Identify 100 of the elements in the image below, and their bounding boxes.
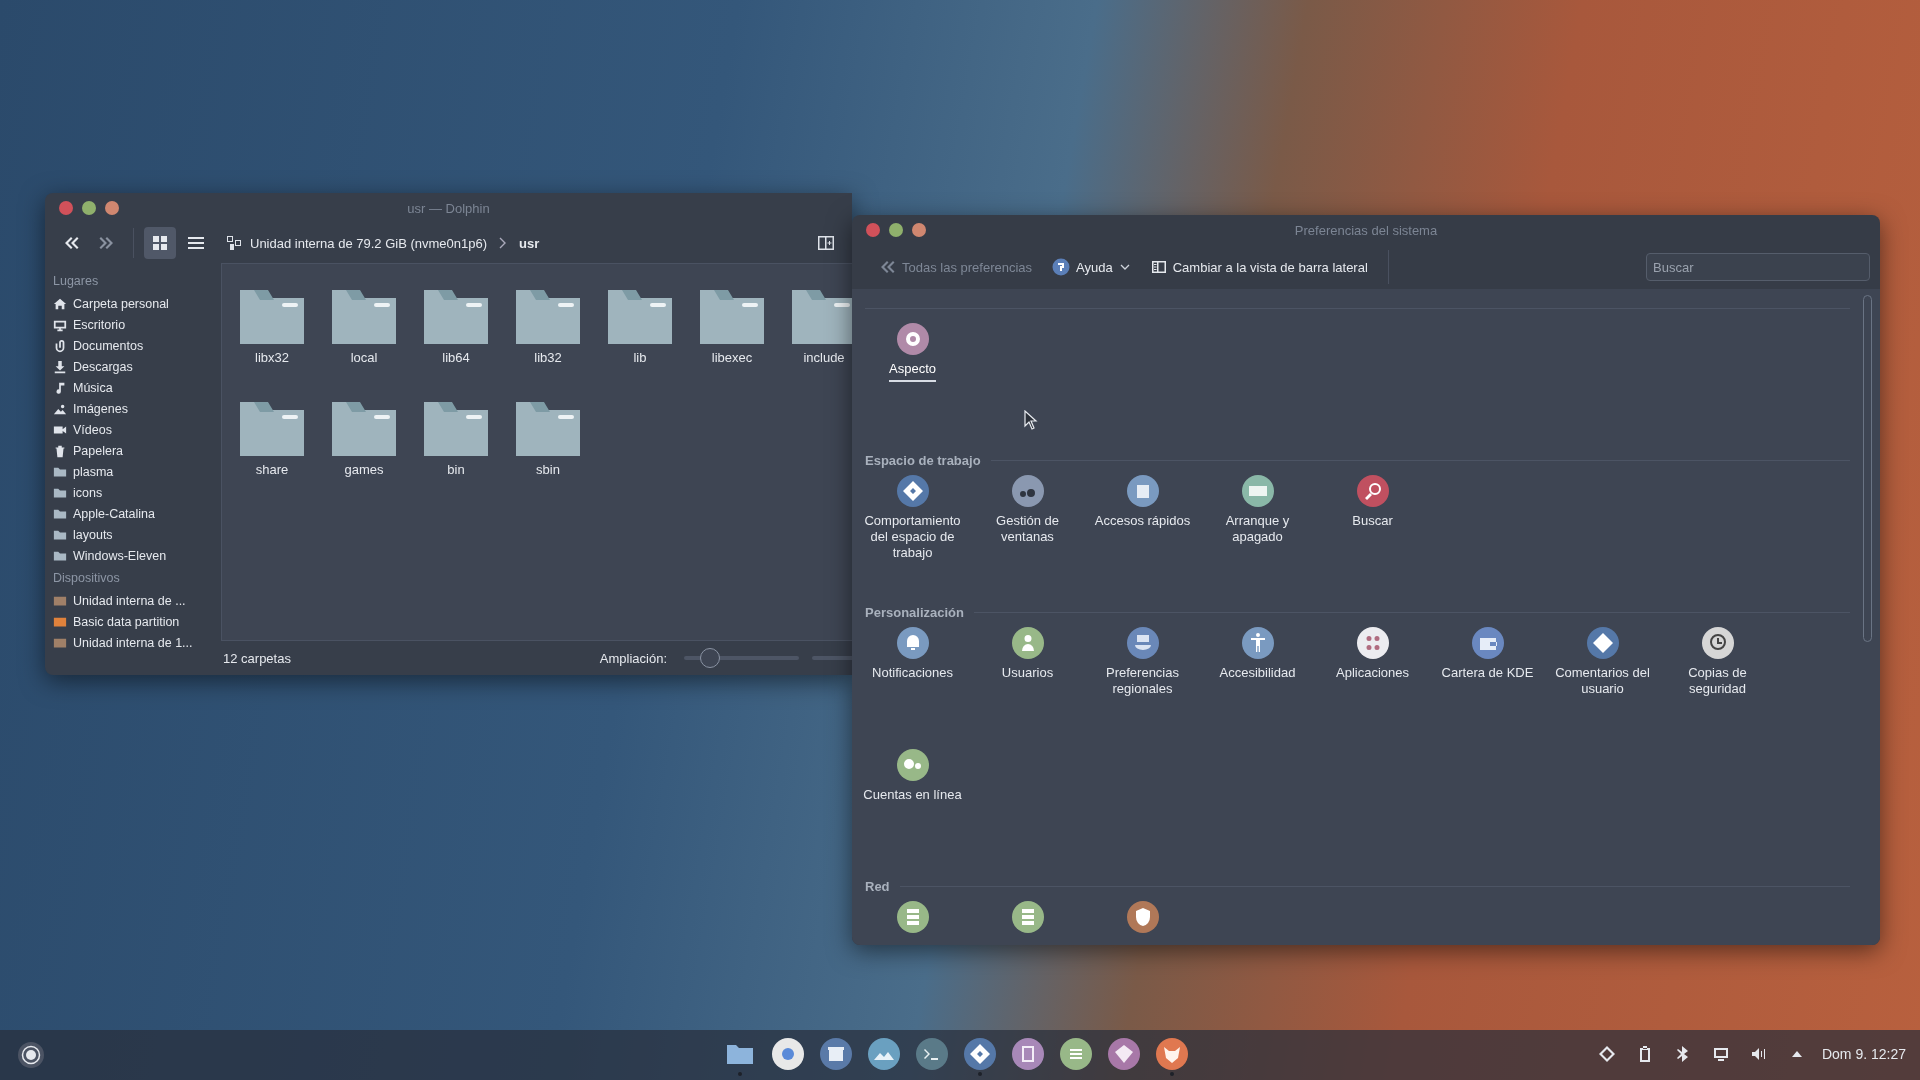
card-icon [1241, 475, 1274, 507]
sidebar-item[interactable]: Imágenes [53, 398, 221, 419]
server-icon [896, 901, 929, 933]
settings-item[interactable]: Arranque y apagado [1200, 475, 1315, 597]
section-heading: Personalización [865, 604, 964, 620]
gear-icon [896, 323, 929, 355]
settings-item[interactable]: Accesos rápidos [1085, 475, 1200, 597]
minimize-button[interactable] [82, 201, 96, 215]
sidebar-item[interactable]: Basic data partition [53, 611, 221, 632]
help-icon [1052, 258, 1071, 276]
settings-item[interactable]: Comportamiento del espacio de trabajo [855, 475, 970, 597]
folder-item[interactable]: sbin [502, 398, 594, 510]
browser-icon[interactable] [772, 1038, 804, 1070]
wallet-icon [1471, 627, 1504, 659]
monitor-icon[interactable] [1711, 1045, 1730, 1063]
folder-item[interactable]: share [226, 398, 318, 510]
sidebar-item[interactable]: Vídeos [53, 419, 221, 440]
sidebar-item[interactable]: plasma [53, 461, 221, 482]
sidebar-item[interactable]: Música [53, 377, 221, 398]
launcher-button[interactable] [18, 1042, 44, 1068]
search-field[interactable]: Buscar [1646, 253, 1870, 281]
folder-item[interactable]: local [318, 286, 410, 398]
settings-item[interactable]: Cuentas en línea [855, 749, 970, 871]
folder-item[interactable]: include [778, 286, 852, 398]
sidebar-item[interactable]: icons [53, 482, 221, 503]
search-icon [1356, 475, 1389, 507]
section-heading: Red [865, 878, 890, 894]
mouse-pointer-icon [1024, 410, 1038, 430]
maximize-button[interactable] [105, 201, 119, 215]
settings-item[interactable]: Gestión de ventanas [970, 475, 1085, 597]
download-icon [53, 359, 67, 374]
help-button[interactable]: Ayuda [1046, 254, 1137, 280]
dots-icon [1356, 627, 1389, 659]
sidebar-heading: Dispositivos [53, 570, 121, 587]
sidebar-view-button[interactable]: Cambiar a la vista de barra lateral [1144, 255, 1374, 279]
icon-view-button[interactable] [144, 227, 176, 259]
store-icon[interactable] [820, 1038, 852, 1070]
settings-icon[interactable] [964, 1038, 996, 1070]
folder-item[interactable]: bin [410, 398, 502, 510]
picture-icon[interactable] [868, 1038, 900, 1070]
split-panel-icon [817, 234, 835, 252]
settings-item[interactable]: Comentarios del usuario [1545, 627, 1660, 749]
grid-view-icon [151, 234, 169, 252]
zoom-label: Ampliación: [599, 650, 667, 666]
close-button[interactable] [59, 201, 73, 215]
breadcrumb-link[interactable]: usr [515, 235, 544, 251]
sidebar-item[interactable]: Escritorio [53, 314, 221, 335]
settings-item[interactable]: Usuarios [970, 627, 1085, 749]
sidebar-item[interactable]: Apple-Catalina [53, 503, 221, 524]
folder-item[interactable]: lib32 [502, 286, 594, 398]
sidebar-item[interactable]: Unidad interna de ... [53, 590, 221, 611]
fox-icon[interactable] [1156, 1038, 1188, 1070]
item-count: 12 carpetas [223, 650, 291, 666]
minimize-button[interactable] [889, 223, 903, 237]
person-icon [1011, 627, 1044, 659]
shield-icon [1126, 901, 1159, 933]
sidebar-layout-icon [1150, 259, 1167, 275]
accessibility-icon [1241, 627, 1274, 659]
settings-item[interactable]: Cartera de KDE [1430, 627, 1545, 749]
list-view-icon [187, 234, 205, 252]
clock-icon [1701, 627, 1734, 659]
sidebar-item[interactable]: Descargas [53, 356, 221, 377]
breadcrumb-link[interactable]: Unidad interna de 79.2 GiB (nvme0n1p6) [246, 235, 492, 251]
clock[interactable]: Dom 9. 12:27 [1821, 1046, 1906, 1062]
folder-item[interactable]: libexec [686, 286, 778, 398]
slider-handle[interactable] [700, 648, 721, 668]
settings-item[interactable]: Aplicaciones [1315, 627, 1430, 749]
settings-item[interactable]: Notificaciones [855, 627, 970, 749]
sidebar-item[interactable]: layouts [53, 524, 221, 545]
double-chevron-right-icon [98, 234, 116, 252]
settings-item[interactable]: Preferencias regionales [1085, 627, 1200, 749]
section-heading: Espacio de trabajo [865, 452, 981, 468]
folder-item[interactable]: libx32 [226, 286, 318, 398]
settings-item[interactable]: Aspecto [855, 323, 970, 445]
sidebar-item[interactable]: Papelera [53, 440, 221, 461]
paperclip-icon [53, 338, 67, 353]
bell-icon [896, 627, 929, 659]
server-icon [1011, 901, 1044, 933]
places-icon [226, 235, 242, 251]
folder-item[interactable]: games [318, 398, 410, 510]
maximize-button[interactable] [912, 223, 926, 237]
sidebar-heading: Lugares [53, 273, 100, 290]
home-icon [53, 296, 67, 311]
window-title: Preferencias del sistema [1294, 222, 1438, 238]
book-icon[interactable] [1012, 1038, 1044, 1070]
page-icon [1126, 475, 1159, 507]
settings-item[interactable]: Accesibilidad [1200, 627, 1315, 749]
terminal-icon[interactable] [916, 1038, 948, 1070]
sidebar-item[interactable]: Windows-Eleven [53, 545, 221, 566]
list-icon[interactable] [1060, 1038, 1092, 1070]
close-button[interactable] [866, 223, 880, 237]
folder-item[interactable]: lib [594, 286, 686, 398]
sidebar-item[interactable]: Unidad interna de 1... [53, 632, 221, 653]
folder-item[interactable]: lib64 [410, 286, 502, 398]
settings-item[interactable]: Buscar [1315, 475, 1430, 597]
sidebar-item[interactable]: Documentos [53, 335, 221, 356]
diamond-icon[interactable] [1597, 1045, 1616, 1063]
settings-item[interactable]: Copias de seguridad [1660, 627, 1775, 749]
window-title: usr — Dolphin [407, 200, 490, 216]
sidebar-item[interactable]: Carpeta personal [53, 293, 221, 314]
